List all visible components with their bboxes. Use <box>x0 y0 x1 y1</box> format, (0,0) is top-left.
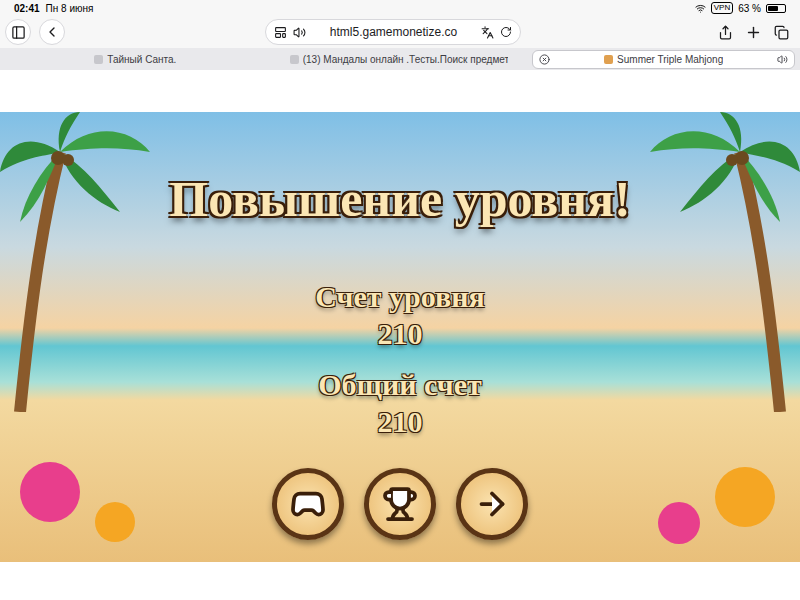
leaderboard-button[interactable] <box>364 468 436 540</box>
sidebar-button[interactable] <box>5 19 31 45</box>
tab-speaker-icon[interactable] <box>777 54 788 65</box>
flower-decoration <box>715 467 775 527</box>
game-canvas[interactable]: Повышение уровня!Счет уровня210Общий сче… <box>0 112 800 562</box>
trophy-icon <box>382 486 418 522</box>
tab-label: Summer Triple Mahjong <box>617 52 723 67</box>
score-block: Счет уровня210 <box>315 278 484 352</box>
browser-tab[interactable]: Summer Triple Mahjong <box>532 50 795 69</box>
ipad-screen: 02:41 Пн 8 июня VPN 63 % html5.gamemonetize.… <box>0 0 800 600</box>
gamepad-icon <box>290 486 326 522</box>
level-up-title: Повышение уровня! <box>169 168 630 230</box>
play-button[interactable] <box>272 468 344 540</box>
status-time: 02:41 <box>14 1 40 16</box>
flower-decoration <box>20 462 80 522</box>
battery-icon <box>766 4 786 13</box>
address-url: html5.gamemonetize.co <box>312 23 475 41</box>
address-bar[interactable]: html5.gamemonetize.co <box>265 19 521 45</box>
palm-tree-icon <box>650 112 800 412</box>
tab-label: Тайный Санта. <box>107 52 176 67</box>
wifi-icon <box>695 3 706 14</box>
score-block: Общий счет210 <box>318 366 481 440</box>
tab-bar: Тайный Санта. (13) Мандалы онлайн .Тесты.… <box>0 48 800 70</box>
speaker-icon[interactable] <box>293 26 306 39</box>
status-date: Пн 8 июня <box>46 1 94 16</box>
palm-tree-icon <box>0 112 150 412</box>
tab-label: (13) Мандалы онлайн .Тесты.Поиск предмет… <box>303 52 509 67</box>
reload-icon[interactable] <box>500 26 512 38</box>
battery-text: 63 % <box>738 1 761 16</box>
status-bar: 02:41 Пн 8 июня VPN 63 % <box>0 0 800 16</box>
tab-favicon <box>290 55 299 64</box>
tab-favicon <box>604 55 613 64</box>
browser-toolbar: html5.gamemonetize.co <box>0 16 800 48</box>
tabs-icon[interactable] <box>774 25 789 40</box>
browser-tab[interactable]: (13) Мандалы онлайн .Тесты.Поиск предмет… <box>269 50 530 69</box>
close-tab-icon[interactable] <box>539 54 550 65</box>
sidebar-icon <box>11 25 26 40</box>
vpn-badge: VPN <box>711 2 733 14</box>
score-value: 210 <box>377 403 422 440</box>
score-label: Счет уровня <box>315 278 484 315</box>
translate-icon[interactable] <box>481 26 494 39</box>
share-icon[interactable] <box>718 25 733 40</box>
page-menu-icon[interactable] <box>274 26 287 39</box>
flower-decoration <box>658 502 700 544</box>
flower-decoration <box>95 502 135 542</box>
next-button[interactable] <box>456 468 528 540</box>
score-value: 210 <box>378 315 423 352</box>
browser-tab[interactable]: Тайный Санта. <box>5 50 266 69</box>
score-label: Общий счет <box>318 366 481 403</box>
back-button[interactable] <box>39 19 65 45</box>
arrow-right-icon <box>474 486 510 522</box>
back-icon <box>44 24 60 40</box>
tab-favicon <box>94 55 103 64</box>
new-tab-icon[interactable] <box>745 24 762 41</box>
